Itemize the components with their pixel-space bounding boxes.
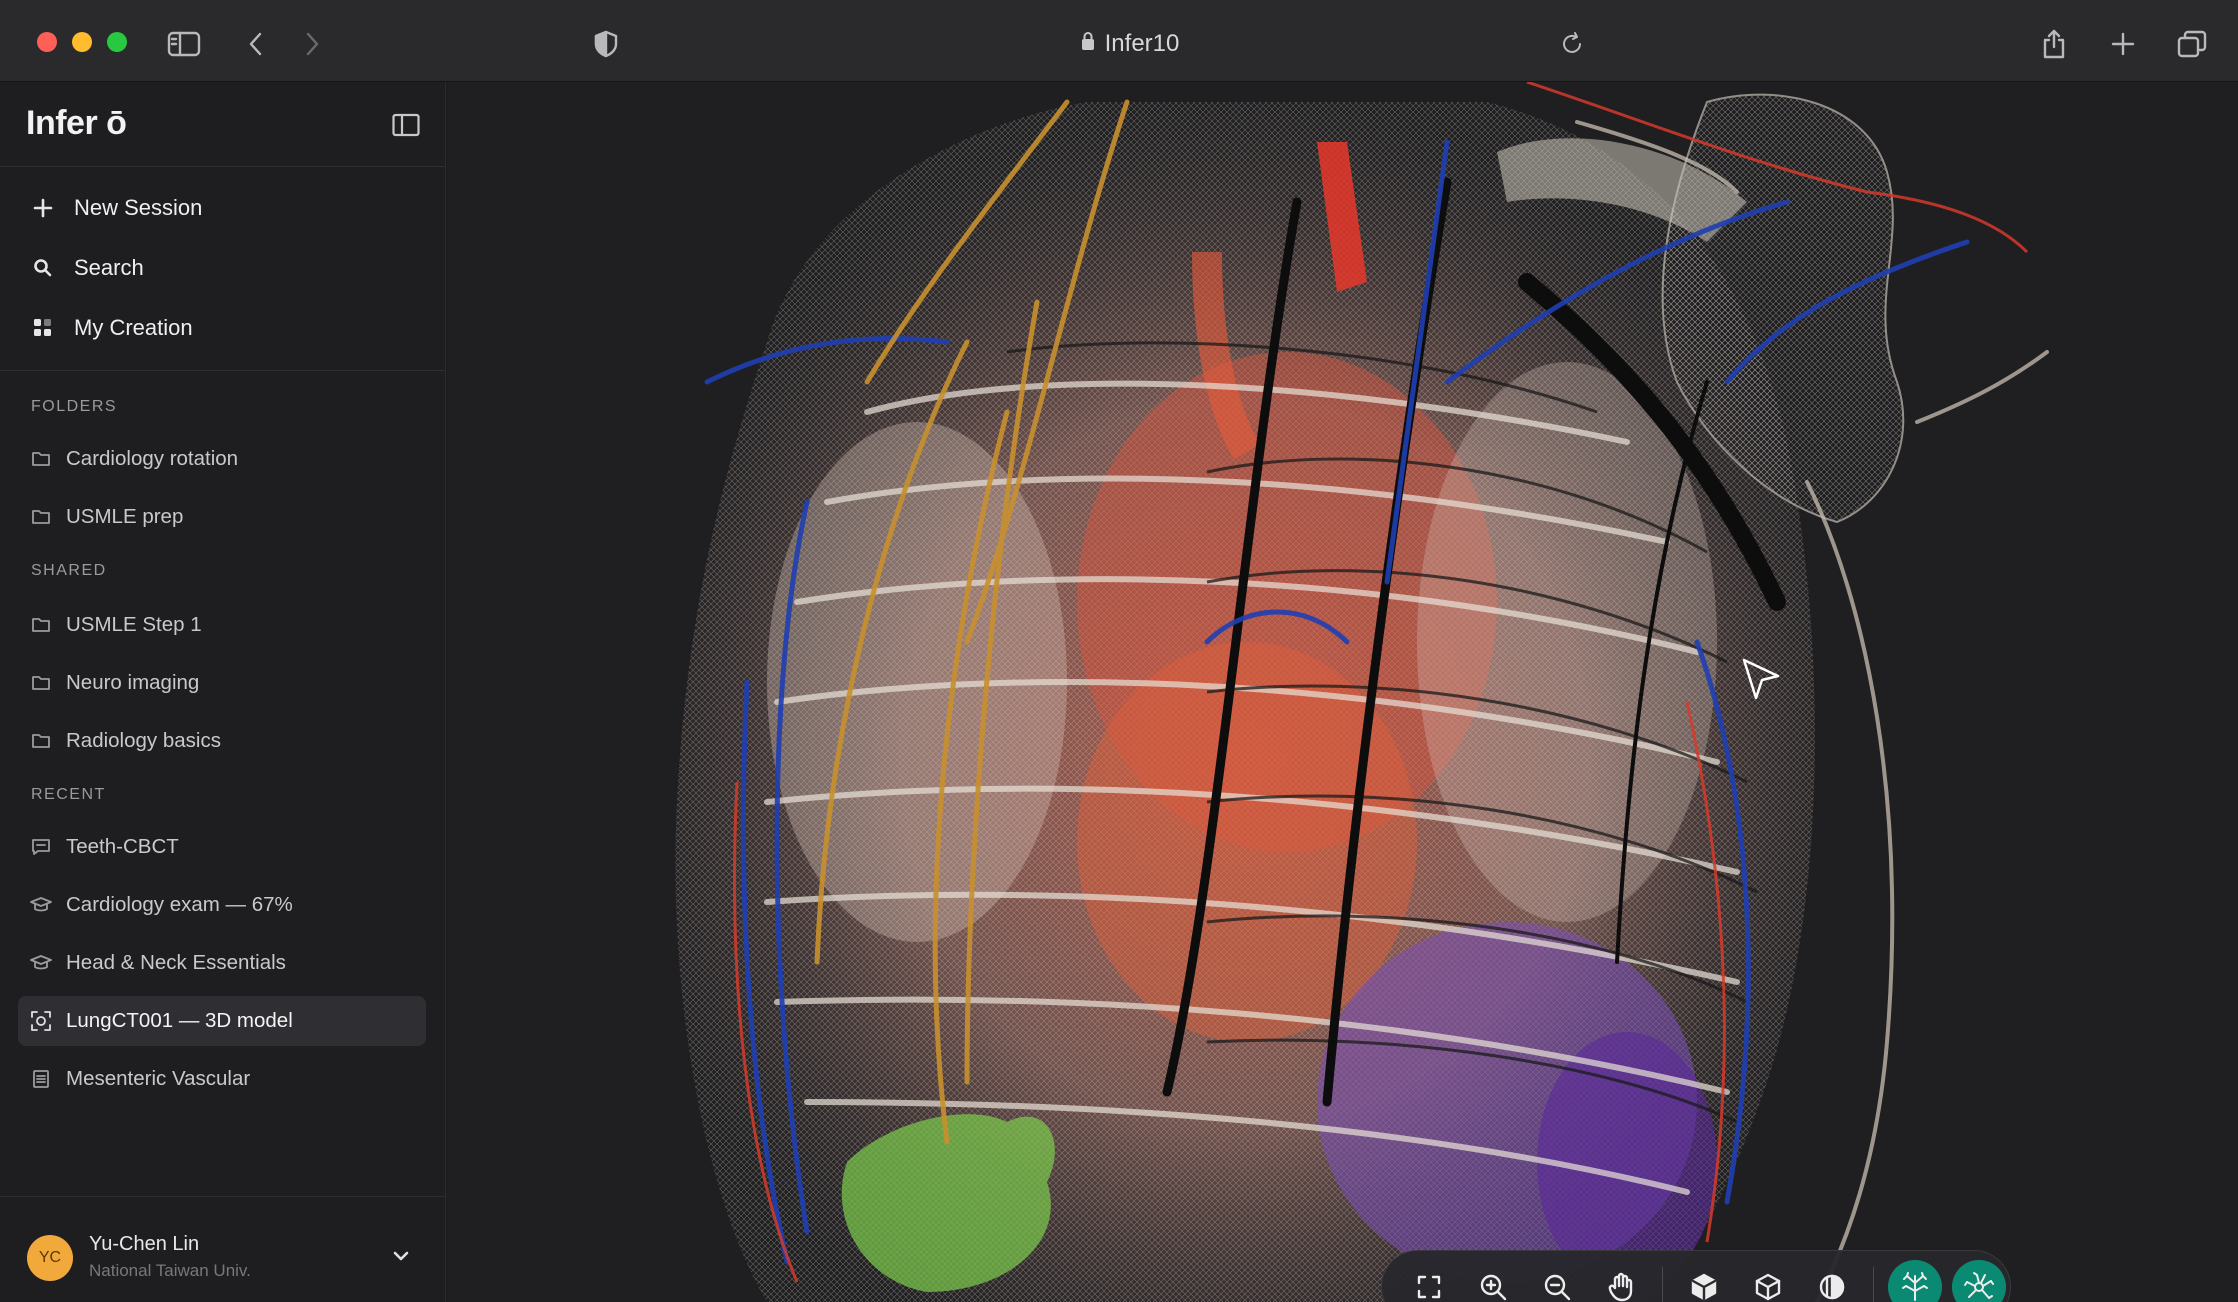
recent-item[interactable]: Mesenteric Vascular <box>18 1054 426 1104</box>
plus-icon <box>30 195 56 221</box>
recent-heading: RECENT <box>31 786 106 803</box>
my-creation-button[interactable]: My Creation <box>30 306 193 350</box>
lock-icon <box>1081 30 1095 58</box>
divider <box>0 370 446 371</box>
scan-3d-icon <box>30 1010 52 1032</box>
browser-toolbar: Infer10 <box>0 0 2238 82</box>
sidebar: Infer ō New Session Search My Creation F… <box>0 82 446 1302</box>
new-tab-icon[interactable] <box>2103 24 2143 64</box>
address-bar[interactable]: Infer10 <box>1040 24 1220 64</box>
user-organization: National Taiwan Univ. <box>89 1261 251 1280</box>
toolbar-divider <box>1662 1267 1663 1302</box>
folder-icon <box>30 506 52 528</box>
folder-icon <box>30 730 52 752</box>
solid-cube-icon[interactable] <box>1677 1260 1731 1302</box>
avatar: YC <box>27 1235 73 1281</box>
folder-item[interactable]: USMLE prep <box>18 492 426 542</box>
folder-icon <box>30 614 52 636</box>
document-list-icon <box>30 1068 52 1090</box>
share-icon[interactable] <box>2034 24 2074 64</box>
shared-folder-item[interactable]: USMLE Step 1 <box>18 600 426 650</box>
chevron-down-icon[interactable] <box>388 1243 414 1269</box>
search-button[interactable]: Search <box>30 246 144 290</box>
wireframe-cube-icon[interactable] <box>1741 1260 1795 1302</box>
contrast-icon[interactable] <box>1805 1260 1859 1302</box>
folder-item[interactable]: Cardiology rotation <box>18 434 426 484</box>
viewer-toolbar <box>1381 1250 2011 1302</box>
vessel-tree-icon[interactable] <box>1888 1260 1942 1302</box>
fullscreen-icon[interactable] <box>1402 1260 1456 1302</box>
tabs-overview-icon[interactable] <box>2172 24 2212 64</box>
chat-icon <box>30 836 52 858</box>
recent-item[interactable]: Teeth-CBCT <box>18 822 426 872</box>
search-icon <box>30 255 56 281</box>
shared-folder-item[interactable]: Radiology basics <box>18 716 426 766</box>
pan-hand-icon[interactable] <box>1594 1260 1648 1302</box>
user-profile[interactable]: YC Yu-Chen Lin National Taiwan Univ. <box>0 1196 446 1302</box>
divider <box>0 166 446 167</box>
grid-icon <box>30 315 56 341</box>
folder-icon <box>30 448 52 470</box>
sidebar-toggle-icon[interactable] <box>164 24 204 64</box>
zoom-in-icon[interactable] <box>1466 1260 1520 1302</box>
nerve-network-icon[interactable] <box>1952 1260 2006 1302</box>
collapse-sidebar-icon[interactable] <box>388 110 424 140</box>
recent-item[interactable]: Head & Neck Essentials <box>18 938 426 988</box>
folder-icon <box>30 672 52 694</box>
zoom-window-button[interactable] <box>107 32 127 52</box>
toolbar-divider <box>1873 1267 1874 1302</box>
url-text: Infer10 <box>1104 30 1180 57</box>
folders-heading: FOLDERS <box>31 398 118 415</box>
graduation-cap-icon <box>30 952 52 974</box>
new-session-button[interactable]: New Session <box>30 186 202 230</box>
shared-heading: SHARED <box>31 562 107 579</box>
app-logo: Infer ō <box>26 104 127 142</box>
shield-icon[interactable] <box>586 24 626 64</box>
user-name: Yu-Chen Lin <box>89 1233 200 1255</box>
back-icon[interactable] <box>236 24 276 64</box>
reload-icon[interactable] <box>1552 24 1592 64</box>
shared-folder-item[interactable]: Neuro imaging <box>18 658 426 708</box>
graduation-cap-icon <box>30 894 52 916</box>
anatomy-3d-model[interactable] <box>447 82 2238 1302</box>
minimize-window-button[interactable] <box>72 32 92 52</box>
close-window-button[interactable] <box>37 32 57 52</box>
recent-item[interactable]: Cardiology exam — 67% <box>18 880 426 930</box>
recent-item-active[interactable]: LungCT001 — 3D model <box>18 996 426 1046</box>
3d-viewer-canvas[interactable] <box>447 82 2238 1302</box>
forward-icon[interactable] <box>292 24 332 64</box>
zoom-out-icon[interactable] <box>1530 1260 1584 1302</box>
